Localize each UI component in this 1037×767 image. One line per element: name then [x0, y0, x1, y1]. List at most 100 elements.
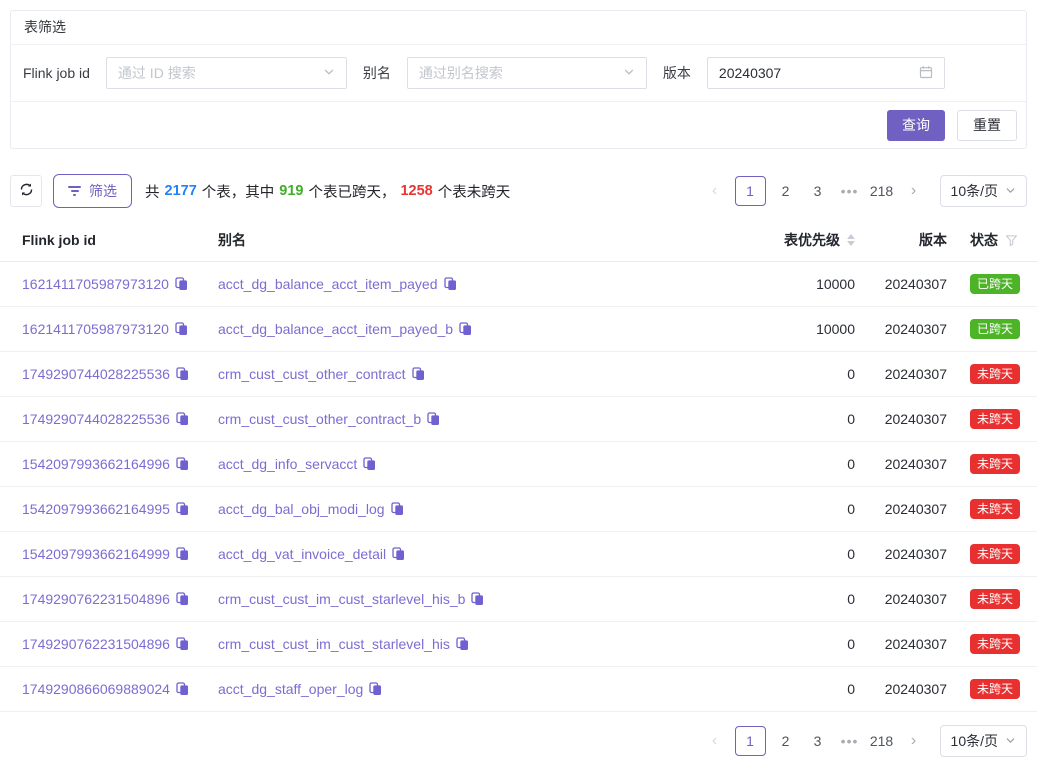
- flink-job-id-link[interactable]: 1621411705987973120: [22, 276, 169, 292]
- alias-link[interactable]: acct_dg_staff_oper_log: [218, 681, 363, 697]
- table-body: 1621411705987973120 acct_dg_balance_acct…: [0, 262, 1037, 712]
- alias-link[interactable]: acct_dg_balance_acct_item_payed: [218, 276, 438, 292]
- copy-icon[interactable]: [471, 592, 484, 606]
- copy-icon[interactable]: [175, 322, 188, 336]
- filter-actions-row: 查询 重置: [11, 102, 1026, 148]
- pagination-bottom: ‹123•••218› 10条/页: [703, 725, 1027, 757]
- copy-icon[interactable]: [427, 412, 440, 426]
- priority-header-label: 表优先级: [784, 230, 840, 250]
- filter-funnel-icon[interactable]: [1005, 234, 1018, 247]
- sort-icon[interactable]: [847, 234, 855, 246]
- chevron-down-icon: [323, 65, 335, 81]
- summary-mid2: 个表已跨天，: [308, 181, 395, 202]
- page-button-1[interactable]: 1: [735, 726, 766, 756]
- alias-link[interactable]: crm_cust_cust_im_cust_starlevel_his_b: [218, 591, 465, 607]
- flink-job-id-select[interactable]: 通过 ID 搜索: [106, 57, 347, 89]
- prev-page-button: ‹: [703, 726, 727, 756]
- reset-button[interactable]: 重置: [957, 110, 1017, 141]
- alias-link[interactable]: acct_dg_vat_invoice_detail: [218, 546, 386, 562]
- page-button-2[interactable]: 2: [774, 726, 798, 756]
- flink-job-id-link[interactable]: 1749290762231504896: [22, 591, 170, 607]
- page-button-2[interactable]: 2: [774, 176, 798, 206]
- table-row: 1749290762231504896 crm_cust_cust_im_cus…: [0, 577, 1037, 622]
- col-header-version: 版本: [863, 230, 958, 250]
- alias-link[interactable]: crm_cust_cust_im_cust_starlevel_his: [218, 636, 450, 652]
- version-date-picker[interactable]: 20240307: [707, 57, 945, 89]
- next-page-button[interactable]: ›: [902, 726, 926, 756]
- filter-button-label: 筛选: [89, 181, 117, 201]
- copy-icon[interactable]: [456, 637, 469, 651]
- copy-icon[interactable]: [176, 502, 189, 516]
- refresh-button[interactable]: [10, 175, 42, 207]
- table-header-row: Flink job id 别名 表优先级 版本 状态: [0, 219, 1037, 262]
- alias-link[interactable]: acct_dg_bal_obj_modi_log: [218, 501, 385, 517]
- flink-job-id-link[interactable]: 1621411705987973120: [22, 321, 169, 337]
- version-value: 20240307: [863, 366, 958, 382]
- version-value: 20240307: [863, 501, 958, 517]
- flink-job-id-link[interactable]: 1749290762231504896: [22, 636, 170, 652]
- table-count-summary: 共 2177 个表，其中 919 个表已跨天， 1258 个表未跨天: [145, 181, 510, 202]
- priority-value: 0: [733, 546, 863, 562]
- field-alias: 别名 通过别名搜索: [363, 57, 647, 89]
- priority-value: 0: [733, 681, 863, 697]
- filter-lines-icon: [68, 186, 81, 196]
- flink-job-id-link[interactable]: 1542097993662164999: [22, 546, 170, 562]
- flink-job-id-link[interactable]: 1542097993662164995: [22, 501, 170, 517]
- page-size-select[interactable]: 10条/页: [940, 175, 1027, 207]
- flink-job-id-link[interactable]: 1749290744028225536: [22, 366, 170, 382]
- copy-icon[interactable]: [459, 322, 472, 336]
- summary-suffix: 个表未跨天: [438, 181, 511, 202]
- alias-select[interactable]: 通过别名搜索: [407, 57, 647, 89]
- copy-icon[interactable]: [412, 367, 425, 381]
- version-value: 20240307: [719, 65, 781, 81]
- table-row: 1749290762231504896 crm_cust_cust_im_cus…: [0, 622, 1037, 667]
- table-row: 1542097993662164995 acct_dg_bal_obj_modi…: [0, 487, 1037, 532]
- alias-link[interactable]: crm_cust_cust_other_contract: [218, 366, 406, 382]
- total-count: 2177: [165, 183, 197, 199]
- version-value: 20240307: [863, 321, 958, 337]
- page-button-1[interactable]: 1: [735, 176, 766, 206]
- flink-job-id-link[interactable]: 1749290866069889024: [22, 681, 170, 697]
- status-badge: 已跨天: [970, 319, 1020, 339]
- next-page-button[interactable]: ›: [902, 176, 926, 206]
- version-value: 20240307: [863, 276, 958, 292]
- page-button-3[interactable]: 3: [806, 176, 830, 206]
- page-size-select[interactable]: 10条/页: [940, 725, 1027, 757]
- version-value: 20240307: [863, 546, 958, 562]
- page-button-3[interactable]: 3: [806, 726, 830, 756]
- summary-prefix: 共: [145, 181, 160, 202]
- flink-job-id-link[interactable]: 1749290744028225536: [22, 411, 170, 427]
- copy-icon[interactable]: [176, 682, 189, 696]
- copy-icon[interactable]: [175, 277, 188, 291]
- copy-icon[interactable]: [391, 502, 404, 516]
- copy-icon[interactable]: [176, 367, 189, 381]
- col-header-status: 状态: [958, 230, 1037, 250]
- copy-icon[interactable]: [176, 637, 189, 651]
- copy-icon[interactable]: [444, 277, 457, 291]
- flink-job-id-label: Flink job id: [23, 65, 90, 81]
- alias-link[interactable]: acct_dg_balance_acct_item_payed_b: [218, 321, 453, 337]
- col-header-flink-job-id: Flink job id: [0, 232, 218, 248]
- page-button-218[interactable]: 218: [870, 726, 894, 756]
- filter-button[interactable]: 筛选: [53, 174, 132, 208]
- table-row: 1749290866069889024 acct_dg_staff_oper_l…: [0, 667, 1037, 712]
- copy-icon[interactable]: [392, 547, 405, 561]
- copy-icon[interactable]: [176, 412, 189, 426]
- table-row: 1621411705987973120 acct_dg_balance_acct…: [0, 262, 1037, 307]
- alias-link[interactable]: acct_dg_info_servacct: [218, 456, 357, 472]
- not-crossed-count: 1258: [400, 183, 432, 199]
- copy-icon[interactable]: [363, 457, 376, 471]
- page-button-218[interactable]: 218: [870, 176, 894, 206]
- copy-icon[interactable]: [176, 592, 189, 606]
- status-badge: 未跨天: [970, 589, 1020, 609]
- page-items: ‹123•••218›: [703, 726, 926, 756]
- alias-link[interactable]: crm_cust_cust_other_contract_b: [218, 411, 421, 427]
- copy-icon[interactable]: [369, 682, 382, 696]
- query-button[interactable]: 查询: [887, 110, 945, 141]
- status-badge: 未跨天: [970, 499, 1020, 519]
- copy-icon[interactable]: [176, 457, 189, 471]
- status-badge: 未跨天: [970, 409, 1020, 429]
- flink-job-id-link[interactable]: 1542097993662164996: [22, 456, 170, 472]
- copy-icon[interactable]: [176, 547, 189, 561]
- version-value: 20240307: [863, 591, 958, 607]
